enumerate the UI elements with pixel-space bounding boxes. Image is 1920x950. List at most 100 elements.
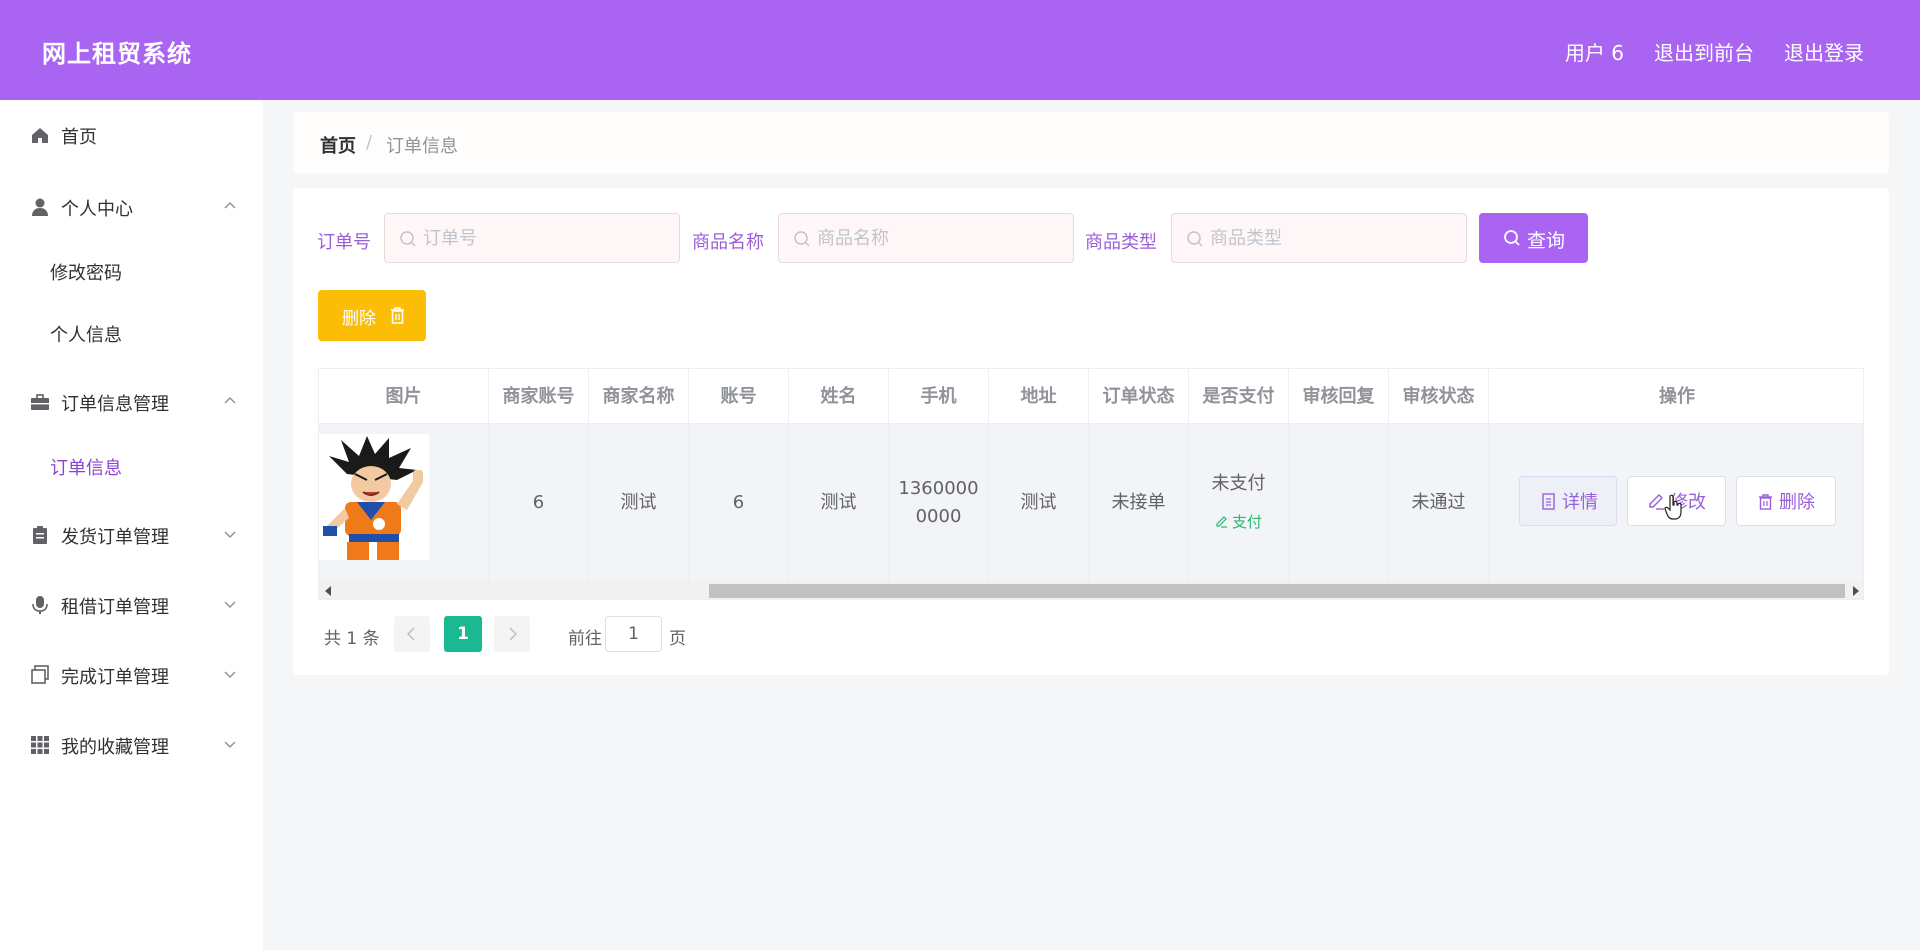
col-order-status: 订单状态 [1089,369,1189,424]
sidebar-subitem-change-password[interactable]: 修改密码 [0,246,263,296]
page-button-1[interactable]: 1 [444,616,482,652]
sidebar-item-label: 租借订单管理 [61,597,169,618]
sidebar: 首页 个人中心 修改密码 个人信息 订单信息管理 订单信息 发货订单管理 租借订… [0,100,263,950]
col-merchant-name: 商家名称 [589,369,689,424]
chevron-down-icon [224,601,236,609]
detail-button[interactable]: 详情 [1519,476,1617,526]
chevron-up-icon [224,396,236,404]
breadcrumb-current: 订单信息 [386,136,458,157]
page-unit-label: 页 [669,629,686,649]
search-icon [1504,230,1520,246]
sidebar-subitem-order-info[interactable]: 订单信息 [0,441,263,491]
total-count: 共 1 条 [324,629,380,649]
clipboard-icon [33,526,47,544]
edit-icon [1649,494,1664,510]
cell-review-reply [1289,424,1389,581]
sidebar-item-label: 个人中心 [61,199,133,220]
table-row: 6 测试 6 测试 1360000 0000 测试 未接单 未支付 支付 未通过 [319,424,1863,581]
query-button[interactable]: 查询 [1479,213,1588,263]
breadcrumb-separator: / [366,132,373,153]
sidebar-item-shipping-orders[interactable]: 发货订单管理 [0,510,263,560]
product-type-input[interactable] [1210,226,1450,250]
sidebar-item-label: 完成订单管理 [61,667,169,688]
sidebar-item-label: 首页 [61,127,97,148]
batch-delete-button[interactable]: 删除 [318,290,426,341]
col-address: 地址 [989,369,1089,424]
app-title: 网上租贸系统 [42,40,192,68]
product-image [319,434,429,560]
sidebar-item-rental-orders[interactable]: 租借订单管理 [0,580,263,630]
sidebar-item-home[interactable]: 首页 [0,110,263,160]
horizontal-scrollbar[interactable] [319,581,1863,599]
product-name-input[interactable] [817,226,1057,250]
sidebar-subitem-personal-info[interactable]: 个人信息 [0,308,263,358]
user-name[interactable]: 用户 6 [1565,37,1624,66]
chevron-down-icon [224,531,236,539]
col-phone: 手机 [889,369,989,424]
goto-page-input[interactable] [605,616,662,652]
edit-icon [1216,516,1227,528]
top-bar: 网上租贸系统 用户 6 退出到前台 退出登录 [0,0,1920,100]
scroll-right-icon[interactable] [1853,586,1859,596]
cell-account: 6 [689,424,789,581]
cell-order-status: 未接单 [1089,424,1189,581]
chevron-down-icon [224,671,236,679]
col-review-reply: 审核回复 [1289,369,1389,424]
briefcase-icon [31,394,49,410]
col-operations: 操作 [1659,386,1695,407]
table-header: 图片 商家账号 商家名称 账号 姓名 手机 地址 订单状态 是否支付 审核回复 … [319,369,1863,424]
main-content: 订单号 商品名称 商品类型 查询 删除 图片 商家账号 商家名称 账号 姓名 手… [293,188,1889,675]
paid-status: 未支付 [1211,472,1266,494]
chevron-down-icon [224,741,236,749]
chevron-right-icon [509,627,518,641]
grid-icon [31,736,49,754]
chevron-up-icon [224,201,236,209]
microphone-icon [32,596,48,614]
pay-button[interactable]: 支付 [1215,508,1262,536]
order-no-label: 订单号 [317,232,371,253]
cell-merchant-account: 6 [489,424,589,581]
order-no-input[interactable] [423,226,663,250]
breadcrumb-home[interactable]: 首页 [320,132,356,158]
breadcrumb: 首页 / 订单信息 [293,112,1889,174]
sidebar-item-order-management[interactable]: 订单信息管理 [0,377,263,427]
scroll-left-icon[interactable] [325,586,331,596]
logout-link[interactable]: 退出登录 [1784,37,1864,66]
document-icon [1542,493,1555,510]
sidebar-item-label: 订单信息管理 [61,394,169,415]
phone-line-2: 0000 [915,505,962,527]
goto-label: 前往 [568,629,602,649]
search-icon [1187,231,1203,247]
prev-page-button[interactable] [394,616,430,652]
col-image: 图片 [319,369,489,424]
sidebar-item-label: 发货订单管理 [61,527,169,548]
copy-icon [31,665,49,684]
next-page-button[interactable] [494,616,530,652]
product-type-field [1171,213,1467,263]
product-type-label: 商品类型 [1085,232,1157,253]
user-icon [32,198,48,216]
row-delete-button[interactable]: 删除 [1736,476,1836,526]
cell-merchant-name: 测试 [589,424,689,581]
product-name-field [778,213,1074,263]
col-merchant-account: 商家账号 [489,369,589,424]
sidebar-item-personal-center[interactable]: 个人中心 [0,182,263,232]
sidebar-item-completed-orders[interactable]: 完成订单管理 [0,650,263,700]
order-no-field [384,213,680,263]
character-illustration [323,436,423,560]
back-to-front-link[interactable]: 退出到前台 [1654,37,1754,66]
trash-icon [1759,494,1772,510]
chevron-left-icon [406,627,415,641]
scrollbar-thumb[interactable] [709,584,1845,598]
sidebar-item-favorites[interactable]: 我的收藏管理 [0,720,263,770]
trash-icon [391,307,404,324]
cell-address: 测试 [989,424,1089,581]
col-paid: 是否支付 [1189,369,1289,424]
sidebar-item-label: 我的收藏管理 [61,737,169,758]
cell-paid: 未支付 支付 [1189,424,1289,581]
col-account: 账号 [689,369,789,424]
col-review-status: 审核状态 [1389,369,1489,424]
hand-cursor-icon [1664,494,1682,520]
col-name: 姓名 [789,369,889,424]
cell-name: 测试 [789,424,889,581]
